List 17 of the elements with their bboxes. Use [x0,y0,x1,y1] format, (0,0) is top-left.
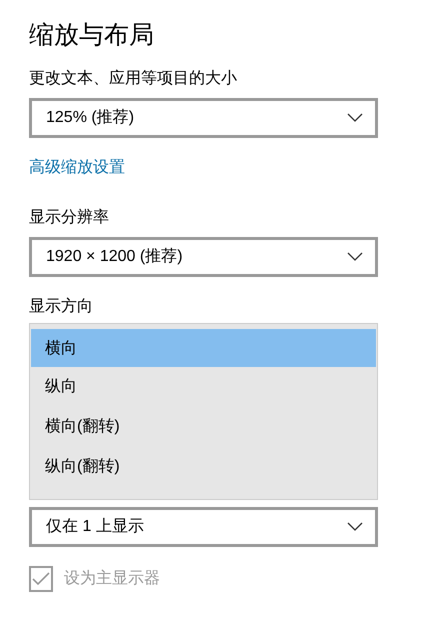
dropdown-option[interactable]: 横向(翻转) [30,407,377,447]
chevron-down-icon [347,522,363,532]
dropdown[interactable]: 仅在 1 上显示 [29,507,378,547]
settings-link[interactable]: 高级缩放设置 [29,156,125,180]
dropdown-option[interactable]: 纵向 [30,367,377,407]
field-label: 更改文本、应用等项目的大小 [29,68,237,89]
chevron-down-icon [347,252,363,262]
field-label: 显示方向 [29,296,93,317]
chevron-down-icon [347,113,363,123]
page-title: 缩放与布局 [29,20,154,51]
dropdown-option[interactable]: 纵向(翻转) [30,447,377,487]
dropdown[interactable]: 125% (推荐) [29,98,378,138]
checkbox-label: 设为主显示器 [64,568,160,589]
dropdown-option[interactable]: 横向 [31,329,376,367]
dropdown[interactable]: 1920 × 1200 (推荐) [29,237,378,277]
checkmark-icon [32,572,50,586]
field-label: 显示分辨率 [29,208,109,228]
